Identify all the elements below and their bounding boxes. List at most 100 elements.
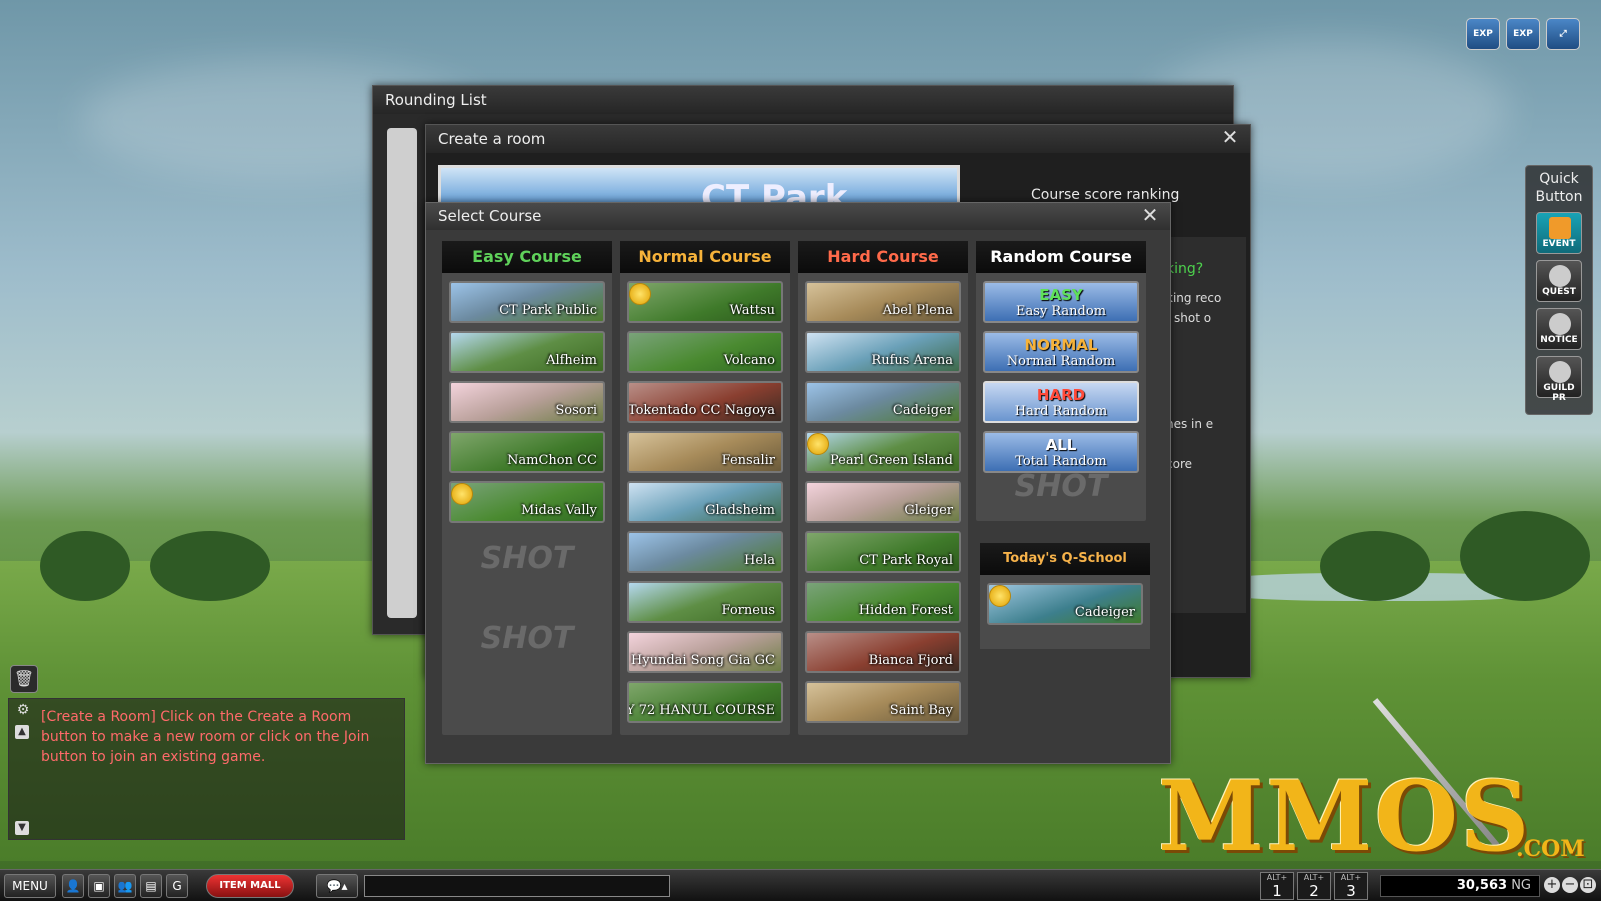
trash-icon[interactable]: 🗑 — [10, 665, 38, 693]
course-tile[interactable]: Cadeiger — [805, 381, 961, 423]
q-school-course-button[interactable]: Cadeiger — [987, 583, 1143, 625]
random-name-label: Hard Random — [1014, 404, 1108, 419]
ranking-text-line: f shot o — [1166, 311, 1212, 325]
course-tile[interactable]: Abel Plena — [805, 281, 961, 323]
alt-number: 2 — [1309, 882, 1319, 900]
course-tile[interactable]: Tokentado CC Nagoya — [627, 381, 783, 423]
exp-boost-icon[interactable]: EXP — [1466, 18, 1500, 50]
hard-course-column: Hard Course Abel Plena Rufus Arena Cadeige… — [798, 241, 968, 735]
course-name: Hyundai Song Gia GC — [630, 653, 775, 668]
new-badge-icon — [629, 283, 651, 305]
normal-random-button[interactable]: NORMAL Normal Random — [983, 331, 1139, 373]
course-tile[interactable]: CT Park Royal — [805, 531, 961, 573]
zoom-out-icon[interactable]: − — [1562, 877, 1578, 893]
course-tile[interactable]: Forneus — [627, 581, 783, 623]
course-tile[interactable]: Saint Bay — [805, 681, 961, 723]
alt-2-button[interactable]: ALT+ 2 — [1297, 872, 1331, 900]
course-name: NamChon CC — [507, 453, 597, 468]
course-name: Alfheim — [546, 353, 597, 368]
random-level-label: ALL — [1045, 436, 1077, 454]
course-name: SKY 72 HANUL COURSE — [629, 703, 775, 718]
course-tile[interactable]: Volcano — [627, 331, 783, 373]
normal-course-column: Normal Course Wattsu Volcano Tokentado CC … — [620, 241, 790, 735]
course-name: Fensalir — [721, 453, 775, 468]
course-tile[interactable]: Gleiger — [805, 481, 961, 523]
item-mall-button[interactable]: ITEM MALL — [206, 874, 294, 898]
course-name: Cadeiger — [892, 403, 953, 418]
course-tile[interactable]: Rufus Arena — [805, 331, 961, 373]
course-tile[interactable]: Gladsheim — [627, 481, 783, 523]
mmos-logo-suffix: .COM — [1516, 836, 1585, 862]
zoom-in-icon[interactable]: + — [1544, 877, 1560, 893]
random-level-label: EASY — [1039, 286, 1083, 304]
menu-button[interactable]: MENU — [4, 874, 56, 898]
notes-icon[interactable]: ▤ — [140, 874, 162, 898]
quick-button-title: Quick Button — [1535, 171, 1583, 205]
alt-1-button[interactable]: ALT+ 1 — [1260, 872, 1294, 900]
exp-icon[interactable]: EXP — [1506, 18, 1540, 50]
expand-icon[interactable]: ⤢ — [1546, 18, 1580, 50]
chat-scroll-down-icon[interactable]: ▼ — [15, 821, 29, 835]
course-name: Hidden Forest — [858, 603, 953, 618]
easy-course-list: CT Park Public Alfheim Sosori NamChon CC Mid… — [442, 281, 612, 523]
course-tile[interactable]: Midas Vally — [449, 481, 605, 523]
course-tile[interactable]: Pearl Green Island — [805, 431, 961, 473]
course-tile[interactable]: CT Park Public — [449, 281, 605, 323]
course-tile[interactable]: NamChon CC — [449, 431, 605, 473]
course-name: Abel Plena — [882, 303, 953, 318]
random-name-label: Easy Random — [1015, 304, 1107, 319]
guild-pr-button[interactable]: GUILD PR — [1536, 356, 1582, 403]
course-name: Cadeiger — [1074, 605, 1135, 620]
ranking-text-line: nes in e — [1166, 417, 1214, 431]
hard-course-list: Abel Plena Rufus Arena Cadeiger Pearl Green… — [798, 281, 968, 723]
settings-icon[interactable]: ⚙ — [14, 701, 32, 719]
easy-course-column: Easy Course CT Park Public Alfheim Sosori N… — [442, 241, 612, 735]
normal-course-header: Normal Course — [620, 241, 790, 273]
course-name: Tokentado CC Nagoya — [627, 403, 775, 418]
course-tile[interactable]: Sosori — [449, 381, 605, 423]
q-school-badge-icon — [989, 585, 1011, 607]
random-course-column: Random Course EASY Easy Random NORMAL No… — [976, 241, 1146, 521]
ranking-text-line: king reco — [1166, 291, 1222, 305]
create-room-close-icon[interactable]: ✕ — [1220, 127, 1240, 147]
course-tile[interactable]: Wattsu — [627, 281, 783, 323]
chat-mode-icon[interactable]: 💬▴ — [316, 874, 358, 898]
bottom-bar: MENU 👤 ▣ 👥 ▤ G ITEM MALL 💬▴ ALT+ 1 ALT+ … — [0, 869, 1601, 901]
alt-3-button[interactable]: ALT+ 3 — [1334, 872, 1368, 900]
friends-icon[interactable]: 👥 — [114, 874, 136, 898]
background-tree — [40, 531, 130, 601]
money-currency: NG — [1511, 878, 1531, 893]
course-tile[interactable]: Hidden Forest — [805, 581, 961, 623]
course-tile[interactable]: Alfheim — [449, 331, 605, 373]
alt-number: 3 — [1346, 882, 1356, 900]
course-tile[interactable]: SKY 72 HANUL COURSE — [627, 681, 783, 723]
easy-random-button[interactable]: EASY Easy Random — [983, 281, 1139, 323]
shot-online-watermark: SHOT — [480, 541, 574, 576]
course-name: Bianca Fjord — [868, 653, 953, 668]
hard-random-button[interactable]: HARD Hard Random — [983, 381, 1139, 423]
inventory-icon[interactable]: ▣ — [88, 874, 110, 898]
course-name: Hela — [744, 553, 775, 568]
create-room-title: Create a room — [426, 125, 1250, 153]
course-score-ranking: Course score ranking — [1031, 187, 1180, 203]
notice-button[interactable]: NOTICE — [1536, 308, 1582, 350]
chat-input[interactable] — [364, 875, 670, 897]
course-tile[interactable]: Hela — [627, 531, 783, 573]
alt-number: 1 — [1272, 882, 1282, 900]
course-tile[interactable]: Bianca Fjord — [805, 631, 961, 673]
course-name: Saint Bay — [889, 703, 953, 718]
chat-system-message: [Create a Room] Click on the Create a Ro… — [41, 709, 370, 765]
select-course-close-icon[interactable]: ✕ — [1140, 205, 1160, 225]
random-level-label: NORMAL — [1024, 336, 1098, 354]
chat-scroll-up-icon[interactable]: ▲ — [15, 725, 29, 739]
character-icon[interactable]: 👤 — [62, 874, 84, 898]
random-name-label: Normal Random — [1006, 354, 1116, 369]
course-tile[interactable]: Hyundai Song Gia GC — [627, 631, 783, 673]
random-course-header: Random Course — [976, 241, 1146, 273]
quest-button[interactable]: QUEST — [1536, 260, 1582, 302]
guild-icon[interactable]: G — [166, 874, 188, 898]
event-button[interactable]: EVENT — [1536, 212, 1582, 254]
total-random-button[interactable]: ALL Total Random — [983, 431, 1139, 473]
fullscreen-icon[interactable]: ⊡ — [1580, 877, 1596, 893]
course-tile[interactable]: Fensalir — [627, 431, 783, 473]
